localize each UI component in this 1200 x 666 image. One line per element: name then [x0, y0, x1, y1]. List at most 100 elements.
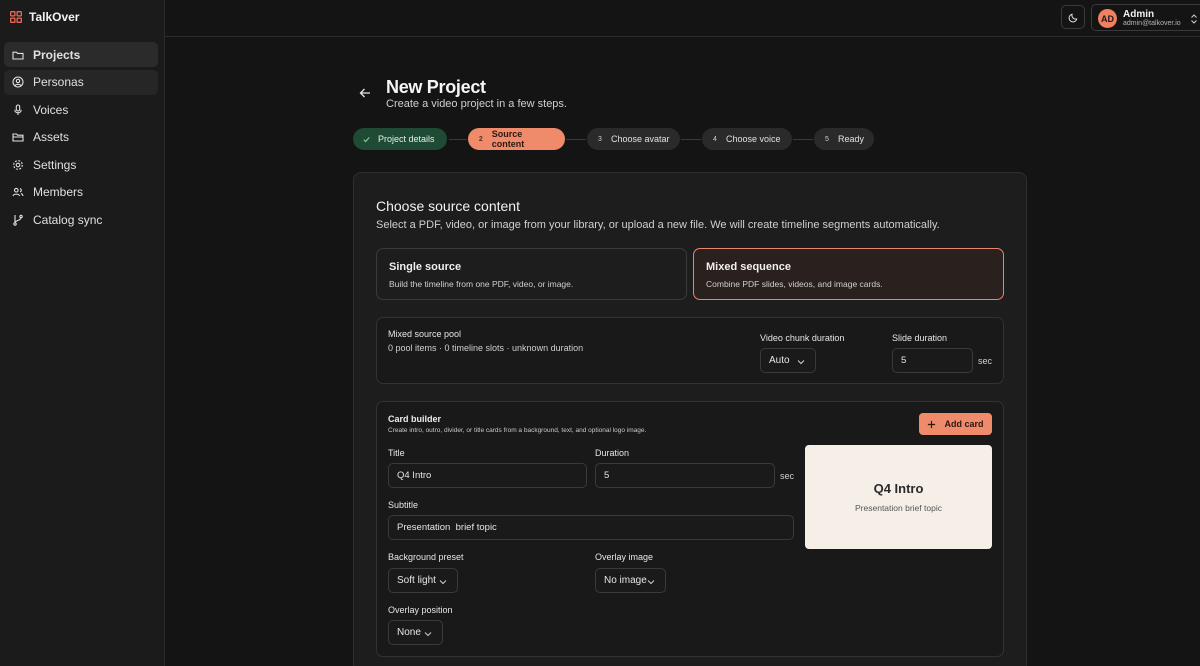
- step-number: 4: [713, 135, 717, 143]
- mixed-source-pool: Mixed source pool 0 pool items · 0 timel…: [376, 317, 1004, 384]
- unit-label: sec: [780, 471, 795, 481]
- sidebar-item-personas[interactable]: Personas: [4, 69, 158, 95]
- user-name: Admin: [1123, 9, 1155, 20]
- add-card-button[interactable]: Add card: [919, 413, 992, 435]
- select-value: No image: [604, 575, 647, 586]
- step-number: 3: [598, 135, 602, 143]
- duration-label: Duration: [595, 448, 630, 458]
- chevron-up-down-icon: [1190, 13, 1198, 27]
- sidebar-item-label: Members: [33, 185, 84, 199]
- mixed-sequence-option[interactable]: Mixed sequence Combine PDF slides, video…: [693, 248, 1004, 300]
- overlay-image-label: Overlay image: [595, 552, 654, 562]
- back-button[interactable]: [358, 86, 374, 102]
- card-preview: Q4 Intro Presentation brief topic: [805, 445, 992, 549]
- theme-toggle-button[interactable]: [1061, 5, 1085, 29]
- step-connector: [793, 139, 813, 140]
- duration-input[interactable]: 5: [595, 463, 775, 488]
- step-ready[interactable]: 5 Ready: [814, 128, 874, 150]
- subtitle-label: Subtitle: [388, 500, 419, 510]
- builder-description: Create intro, outro, divider, or title c…: [388, 427, 647, 434]
- video-chunk-select[interactable]: Auto: [760, 348, 816, 373]
- page-title: New Project: [386, 77, 486, 97]
- select-value: Auto: [769, 355, 790, 366]
- step-label: Project details: [378, 134, 435, 144]
- sidebar-item-voices[interactable]: Voices: [4, 97, 158, 122]
- step-connector: [449, 139, 467, 140]
- brand[interactable]: TalkOver: [10, 10, 79, 24]
- step-label: Choose avatar: [611, 134, 670, 144]
- step-label: Source content: [491, 129, 525, 149]
- step-choose-voice[interactable]: 4 Choose voice: [702, 128, 792, 150]
- step-label: Choose voice: [726, 134, 781, 144]
- check-icon: [362, 135, 371, 144]
- overlay-position-label: Overlay position: [388, 605, 453, 615]
- sidebar-item-settings[interactable]: Settings: [4, 152, 158, 177]
- chevron-down-icon: [424, 629, 432, 640]
- sidebar-item-members[interactable]: Members: [4, 180, 158, 205]
- card-subtitle-input[interactable]: Presentation brief topic: [388, 515, 794, 540]
- option-description: Combine PDF slides, videos, and image ca…: [706, 279, 883, 289]
- git-branch-icon: [12, 214, 24, 226]
- builder-title: Card builder: [388, 414, 442, 424]
- section-description: Select a PDF, video, or image from your …: [376, 219, 940, 231]
- sidebar: TalkOver Projects Personas Voices Assets…: [0, 0, 165, 666]
- step-number: 5: [825, 135, 829, 143]
- chevron-down-icon: [439, 577, 447, 588]
- users-icon: [12, 186, 24, 198]
- overlay-position-select[interactable]: None: [388, 620, 443, 645]
- step-choose-avatar[interactable]: 3 Choose avatar: [587, 128, 680, 150]
- sidebar-item-catalog-sync[interactable]: Catalog sync: [4, 207, 158, 232]
- step-source-content[interactable]: 2 Source content: [468, 128, 565, 150]
- user-circle-icon: [12, 76, 24, 88]
- topbar: AD Admin admin@talkover.io: [165, 0, 1200, 37]
- arrow-left-icon: [358, 88, 372, 103]
- logo-icon: [10, 11, 22, 23]
- source-content-card: Choose source content Select a PDF, vide…: [353, 172, 1027, 666]
- sidebar-item-label: Settings: [33, 157, 77, 172]
- sidebar-item-label: Catalog sync: [33, 212, 103, 227]
- preview-subtitle: Presentation brief topic: [855, 503, 942, 513]
- user-menu-button[interactable]: AD Admin admin@talkover.io: [1091, 4, 1200, 31]
- preview-title: Q4 Intro: [873, 481, 924, 496]
- folder-open-icon: [12, 131, 24, 143]
- step-connector: [566, 139, 586, 140]
- option-description: Build the timeline from one PDF, video, …: [389, 279, 574, 289]
- slide-duration-input[interactable]: 5: [892, 348, 973, 373]
- card-title-input[interactable]: Q4 Intro: [388, 463, 587, 488]
- sidebar-item-label: Projects: [33, 47, 81, 62]
- sidebar-item-label: Voices: [33, 102, 69, 117]
- step-label: Ready: [837, 134, 864, 144]
- overlay-image-select[interactable]: No image: [595, 568, 666, 593]
- step-project-details[interactable]: Project details: [353, 128, 447, 150]
- section-title: Choose source content: [376, 198, 520, 214]
- plus-icon: [927, 420, 936, 429]
- chevron-down-icon: [797, 357, 805, 368]
- single-source-option[interactable]: Single source Build the timeline from on…: [376, 248, 687, 300]
- title-label: Title: [388, 448, 405, 458]
- option-title: Mixed sequence: [706, 261, 791, 273]
- sidebar-item-assets[interactable]: Assets: [4, 125, 158, 150]
- sidebar-item-label: Personas: [33, 75, 84, 89]
- moon-icon: [1068, 12, 1079, 23]
- stepper: Project details 2 Source content 3 Choos…: [353, 128, 893, 150]
- card-builder: Card builder Create intro, outro, divide…: [376, 401, 1004, 657]
- video-chunk-label: Video chunk duration: [760, 333, 845, 343]
- pool-summary: 0 pool items · 0 timeline slots · unknow…: [388, 343, 584, 353]
- user-email: admin@talkover.io: [1123, 20, 1181, 27]
- background-preset-select[interactable]: Soft light: [388, 568, 458, 593]
- chevron-down-icon: [647, 577, 655, 588]
- select-value: None: [397, 627, 421, 638]
- sidebar-nav: Projects Personas Voices Assets Settings…: [4, 42, 158, 235]
- app-name: TalkOver: [29, 10, 80, 24]
- avatar: AD: [1098, 9, 1117, 28]
- unit-label: sec: [978, 356, 993, 366]
- option-title: Single source: [389, 261, 462, 273]
- background-preset-label: Background preset: [388, 552, 464, 562]
- microphone-icon: [12, 103, 24, 116]
- sidebar-item-projects[interactable]: Projects: [4, 42, 158, 67]
- select-value: Soft light: [397, 575, 436, 586]
- step-connector: [681, 139, 701, 140]
- sidebar-item-label: Assets: [33, 130, 70, 144]
- step-number: 2: [478, 135, 483, 143]
- gear-icon: [12, 159, 24, 171]
